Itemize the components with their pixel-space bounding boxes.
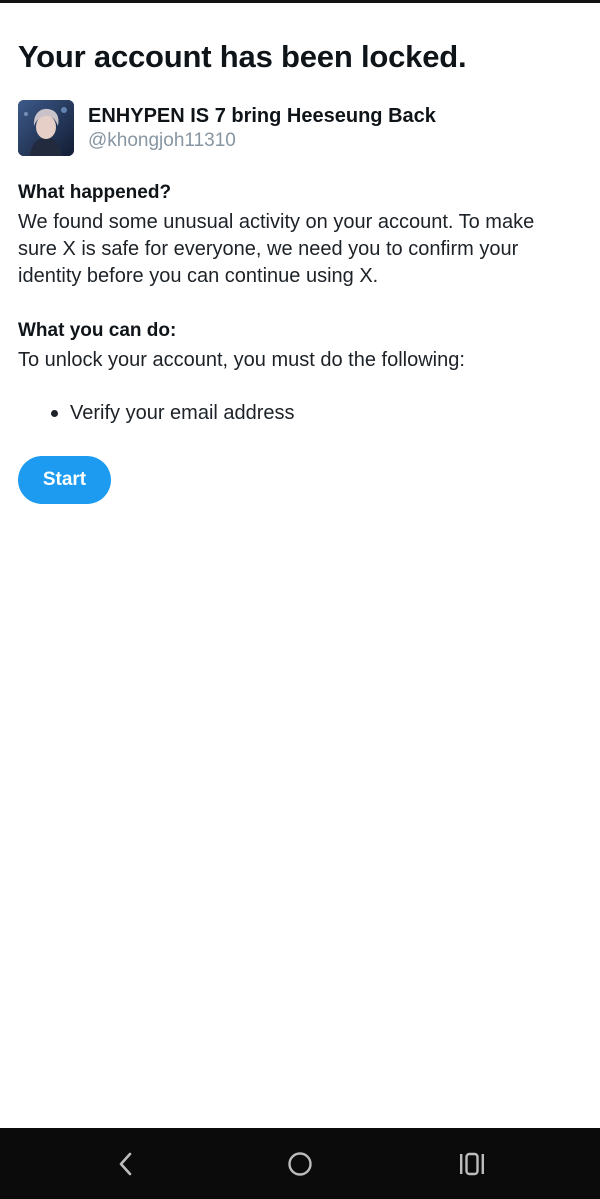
user-photo-icon bbox=[18, 100, 74, 156]
system-navigation-bar bbox=[0, 1128, 600, 1199]
list-item: Verify your email address bbox=[18, 400, 578, 426]
back-button[interactable] bbox=[86, 1128, 166, 1199]
what-you-can-do-text: To unlock your account, you must do the … bbox=[18, 349, 465, 371]
back-chevron-icon bbox=[119, 1152, 132, 1175]
display-name: ENHYPEN IS 7 bring Heeseung Back bbox=[88, 104, 436, 127]
avatar bbox=[18, 100, 74, 156]
required-actions-list: Verify your email address bbox=[18, 400, 578, 426]
page-title: Your account has been locked. bbox=[18, 39, 467, 74]
start-button[interactable]: Start bbox=[18, 456, 111, 504]
what-happened-heading: What happened? bbox=[18, 182, 172, 203]
what-happened-section: What happened? We found some unusual act… bbox=[18, 180, 578, 290]
profile-text: ENHYPEN IS 7 bring Heeseung Back @khongj… bbox=[88, 104, 436, 153]
locked-account-page: Your account has been locked. ENHYPEN IS bbox=[18, 38, 578, 504]
verify-email-label: Verify your email address bbox=[70, 402, 295, 424]
recent-apps-button[interactable] bbox=[432, 1128, 512, 1199]
home-circle-icon bbox=[288, 1151, 312, 1176]
what-you-can-do-section: What you can do: To unlock your account,… bbox=[18, 318, 578, 426]
recent-apps-icon bbox=[460, 1152, 484, 1175]
status-bar-edge bbox=[0, 0, 600, 3]
user-handle: @khongjoh11310 bbox=[88, 129, 236, 151]
what-happened-text: We found some unusual activity on your a… bbox=[18, 211, 535, 287]
account-profile: ENHYPEN IS 7 bring Heeseung Back @khongj… bbox=[18, 100, 578, 156]
bullet-icon bbox=[51, 410, 58, 417]
home-button[interactable] bbox=[260, 1128, 340, 1199]
what-you-can-do-heading: What you can do: bbox=[18, 320, 177, 341]
